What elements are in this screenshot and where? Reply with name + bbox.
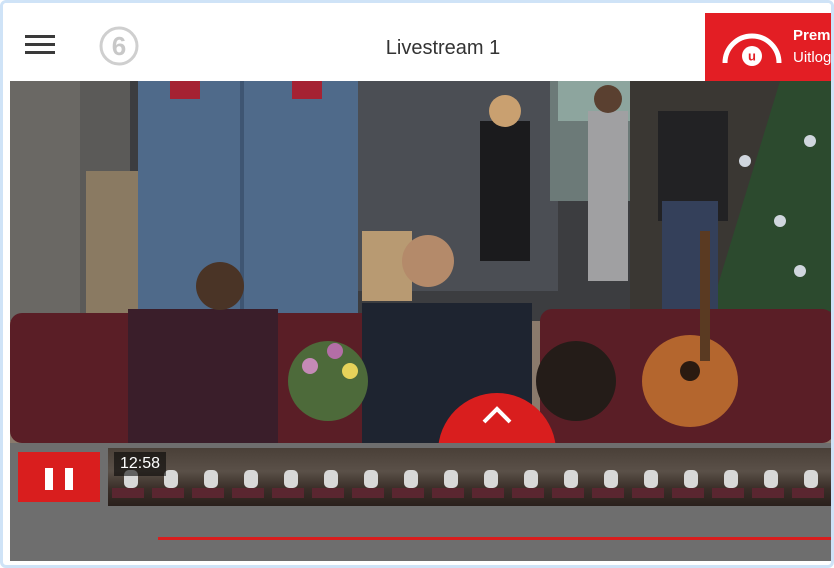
page-title: Livestream 1 (385, 37, 501, 59)
timeline-thumbnail[interactable] (508, 448, 549, 506)
timeline-thumbnail[interactable] (468, 448, 509, 506)
timeline-thumbnail[interactable] (788, 448, 829, 506)
timeline-thumbnail[interactable] (268, 448, 309, 506)
timeline-thumbnail[interactable] (428, 448, 469, 506)
livestream-frame (10, 81, 831, 443)
timeline-thumbnail[interactable] (348, 448, 389, 506)
premium-logo-icon: u (722, 33, 782, 66)
timeline-thumbnail[interactable] (388, 448, 429, 506)
timeline-thumbnail[interactable] (548, 448, 589, 506)
video-player[interactable] (10, 81, 831, 443)
pause-icon (45, 468, 53, 490)
premium-title: Prem (793, 27, 831, 44)
premium-banner[interactable]: u Prem Uitlog (705, 13, 831, 81)
premium-logo-letter: u (748, 49, 756, 64)
progress-bar[interactable] (158, 537, 831, 540)
hamburger-menu-icon[interactable] (25, 35, 61, 57)
timeline-thumbnail[interactable] (188, 448, 229, 506)
timeline-thumbnail[interactable] (228, 448, 269, 506)
top-bar: 6 Livestream 1 u Prem Uitlog (3, 3, 831, 81)
timeline-thumbnail[interactable] (668, 448, 709, 506)
timeline-thumbnail[interactable] (828, 448, 831, 506)
player-controls: 12:58 (10, 443, 831, 561)
timeline-thumbnail[interactable] (628, 448, 669, 506)
timecode-label: 12:58 (114, 452, 167, 476)
channel-logo: 6 (99, 26, 139, 66)
channel-logo-number: 6 (112, 31, 126, 61)
pause-button[interactable] (18, 452, 100, 502)
timeline-thumbnails[interactable]: 12:58 (108, 448, 831, 506)
chevron-up-icon (482, 406, 512, 424)
timeline-thumbnail[interactable] (748, 448, 789, 506)
timeline-thumbnail[interactable] (308, 448, 349, 506)
timeline-thumbnail[interactable] (588, 448, 629, 506)
logout-link[interactable]: Uitlog (793, 49, 831, 66)
timeline-thumbnail[interactable] (708, 448, 749, 506)
app-frame: 6 Livestream 1 u Prem Uitlog 12:58 (0, 0, 834, 568)
